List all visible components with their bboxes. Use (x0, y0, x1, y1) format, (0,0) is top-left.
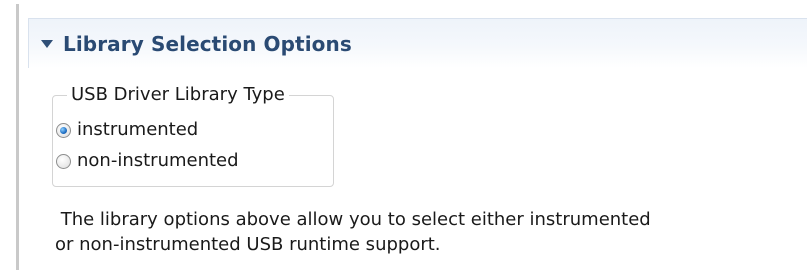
radio-button-icon[interactable] (56, 122, 71, 138)
radio-label-instrumented[interactable]: instrumented (77, 118, 198, 142)
section-header[interactable]: Library Selection Options (28, 18, 807, 68)
usb-driver-library-type-group: USB Driver Library Type instrumented non… (52, 83, 334, 187)
library-options-panel: Library Selection Options USB Driver Lib… (0, 0, 807, 275)
radio-instrumented[interactable]: instrumented (56, 118, 198, 142)
radio-non-instrumented[interactable]: non-instrumented (56, 149, 239, 173)
triangle-down-icon[interactable] (41, 39, 53, 48)
description-text: The library options above allow you to s… (55, 207, 755, 257)
radio-label-non-instrumented[interactable]: non-instrumented (77, 149, 239, 173)
description-line-2: or non-instrumented USB runtime support. (55, 234, 441, 255)
group-legend: USB Driver Library Type (67, 83, 289, 107)
left-divider (16, 4, 19, 270)
section-title[interactable]: Library Selection Options (63, 32, 352, 56)
description-line-1: The library options above allow you to s… (55, 209, 651, 230)
radio-selected-dot-icon (60, 126, 67, 134)
radio-button-icon[interactable] (56, 153, 71, 169)
